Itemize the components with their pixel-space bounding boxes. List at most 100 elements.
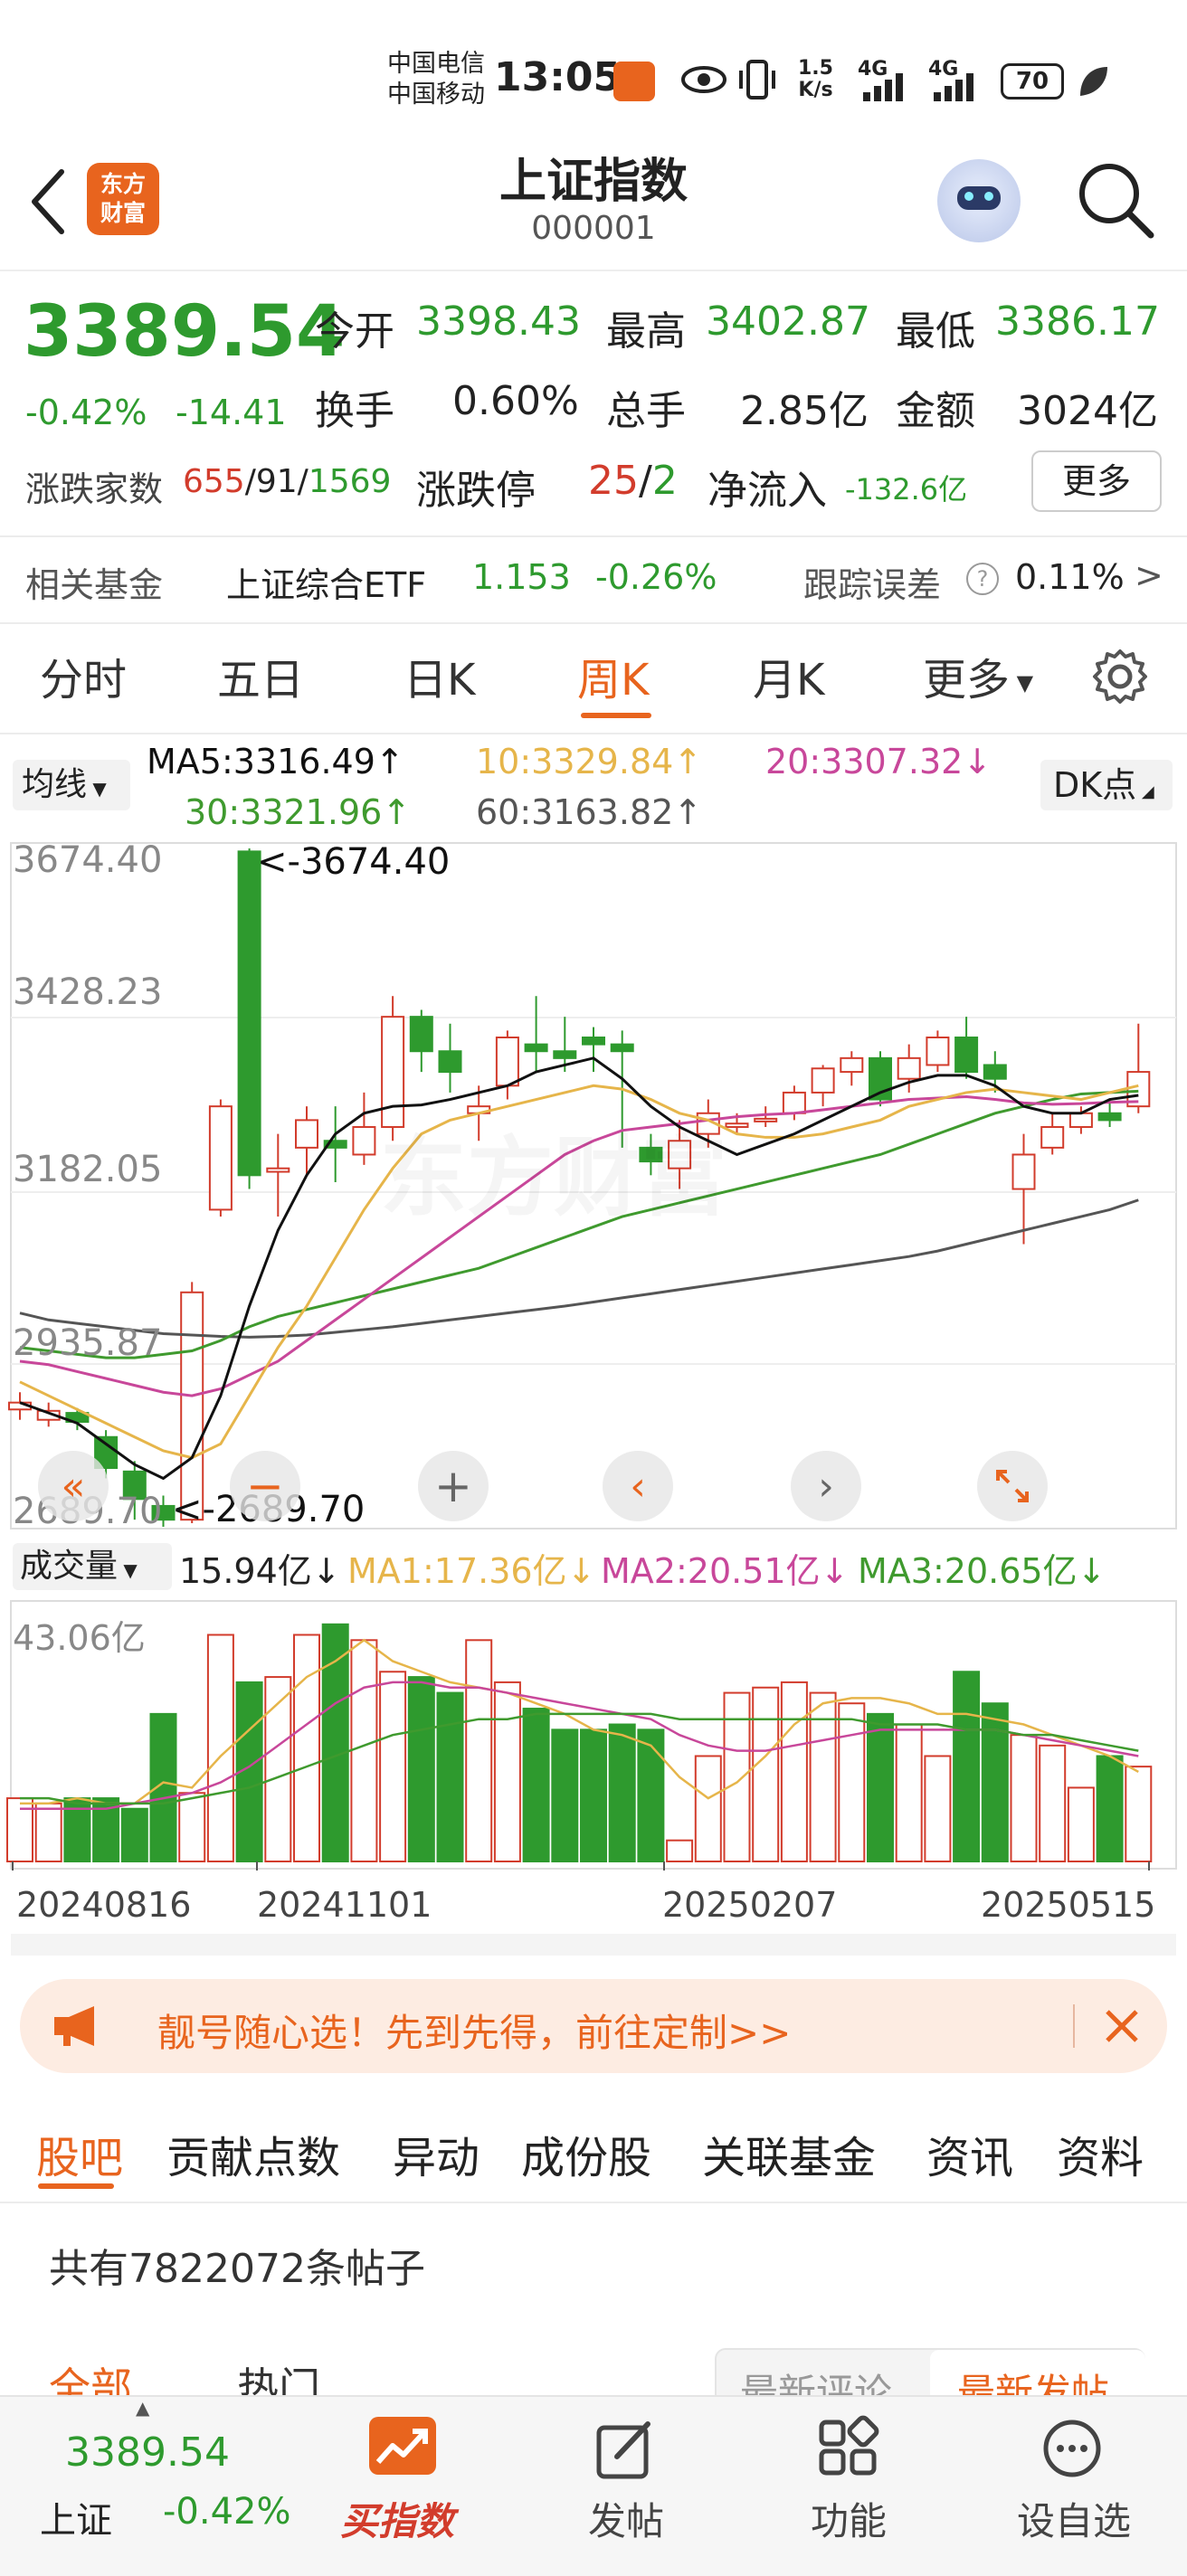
volume-bar xyxy=(1067,1786,1095,1862)
leaf-icon xyxy=(1080,67,1107,96)
volume-ma3: MA3:20.65亿↓ xyxy=(858,1551,1106,1591)
fund-price: 1.153 xyxy=(472,557,571,597)
assistant-robot-avatar[interactable] xyxy=(937,159,1021,242)
app-notification-icon xyxy=(613,62,655,101)
volume-indicator-selector[interactable]: 成交量 ▼ xyxy=(13,1543,172,1590)
netflow-label: 净流入 xyxy=(707,468,827,514)
promo-banner[interactable]: 靓号随心选！先到先得，前往定制>> xyxy=(20,1979,1167,2073)
fund-name: 上证综合ETF xyxy=(226,565,427,605)
status-bar: 中国电信 中国移动 13:05 1.5 K/s 4G 4G 70 xyxy=(0,0,1187,154)
candle xyxy=(725,1122,749,1129)
volume-bar xyxy=(1096,1755,1124,1862)
buy-index-button[interactable]: 买指数 xyxy=(340,2491,454,2546)
settings-gear-icon[interactable] xyxy=(1091,648,1149,706)
tab-monthly-k[interactable]: 月K xyxy=(753,644,824,707)
candle xyxy=(180,1291,204,1521)
close-icon[interactable] xyxy=(1104,2008,1140,2044)
candle xyxy=(1011,1153,1036,1190)
subtab-movement[interactable]: 异动 xyxy=(393,2122,480,2185)
edit-post-icon xyxy=(596,2421,650,2479)
max-price-marker: <-3674.40 xyxy=(257,841,451,883)
bottom-index-name: 上证 xyxy=(40,2500,112,2542)
stock-code: 000001 xyxy=(531,210,656,247)
subtab-news[interactable]: 资讯 xyxy=(926,2122,1013,2185)
bottom-pct: -0.42% xyxy=(163,2491,291,2533)
zoom-out-fast-button[interactable]: « xyxy=(38,1451,109,1521)
carrier-2: 中国移动 xyxy=(387,80,485,109)
volume-bar xyxy=(436,1691,464,1862)
subtab-profile[interactable]: 资料 xyxy=(1057,2122,1144,2185)
header: 东方 财富 上证指数 000001 xyxy=(0,136,1187,271)
low-value: 3386.17 xyxy=(995,298,1160,345)
eye-icon xyxy=(681,66,726,93)
volume-bar xyxy=(752,1686,780,1862)
price-axis-label-2: 3182.05 xyxy=(13,1149,163,1190)
volume-bar xyxy=(178,1792,206,1862)
tab-weekly-k[interactable]: 周K xyxy=(577,644,649,707)
volume-bar xyxy=(637,1728,665,1862)
function-grid-icon xyxy=(819,2415,879,2476)
current-price: 3389.54 xyxy=(24,291,346,373)
fullscreen-button[interactable] xyxy=(977,1451,1048,1521)
fund-label: 相关基金 xyxy=(25,565,164,605)
volume-bar xyxy=(608,1723,636,1862)
more-button[interactable]: 更多 xyxy=(1031,450,1162,512)
expand-icon xyxy=(996,1470,1029,1502)
tab-daily-k[interactable]: 日K xyxy=(404,644,475,707)
volume-bar xyxy=(293,1634,320,1863)
app-logo[interactable]: 东方 财富 xyxy=(87,163,159,235)
date-label-3: 20250515 xyxy=(981,1885,1156,1925)
dk-point-button[interactable]: DK点 ◢ xyxy=(1040,760,1173,810)
search-icon[interactable] xyxy=(1075,159,1156,241)
change-percent: -0.42% xyxy=(25,393,147,432)
divider xyxy=(0,622,1187,624)
ma20-label: 20:3307.32↓ xyxy=(765,742,992,781)
candle xyxy=(237,850,261,1177)
date-label-0: 20240816 xyxy=(16,1885,192,1925)
volume-chart[interactable] xyxy=(0,1599,1187,1870)
candle xyxy=(409,1016,433,1053)
candle xyxy=(754,1117,778,1122)
bottom-bar: ▲ 3389.54 上证 -0.42% 买指数 发帖 功能 设自选 xyxy=(0,2395,1187,2576)
divider xyxy=(0,733,1187,734)
limit-values: 25/2 xyxy=(588,458,678,504)
back-arrow-icon[interactable] xyxy=(27,168,67,235)
volume-bar xyxy=(924,1755,952,1862)
candle xyxy=(1097,1112,1122,1122)
add-watchlist-button[interactable]: 设自选 xyxy=(1017,2491,1131,2546)
scroll-left-button[interactable]: ‹ xyxy=(603,1451,673,1521)
volume-bar xyxy=(407,1676,435,1862)
tab-five-day[interactable]: 五日 xyxy=(217,644,304,707)
volume-bar xyxy=(379,1671,407,1863)
candle xyxy=(1068,1112,1093,1129)
scroll-right-button[interactable]: › xyxy=(791,1451,861,1521)
volume-bar xyxy=(493,1681,521,1862)
candle xyxy=(954,1036,979,1074)
chart-footer xyxy=(11,1934,1176,1956)
turnover-label: 换手 xyxy=(315,388,394,434)
subtab-constituents[interactable]: 成份股 xyxy=(521,2122,651,2185)
watermark: 东方财富 xyxy=(380,1107,727,1233)
subtab-contribution[interactable]: 贡献点数 xyxy=(166,2122,340,2185)
function-button[interactable]: 功能 xyxy=(811,2491,887,2546)
low-label: 最低 xyxy=(896,308,975,355)
volume-label: 总手 xyxy=(606,388,686,434)
post-button[interactable]: 发帖 xyxy=(588,2491,664,2546)
tab-more[interactable]: 更多 ▼ xyxy=(923,644,1033,707)
indicator-selector[interactable]: 均线 ▼ xyxy=(13,760,130,810)
date-label-1: 20241101 xyxy=(257,1885,432,1925)
subtab-related-funds[interactable]: 关联基金 xyxy=(702,2122,876,2185)
tab-intraday[interactable]: 分时 xyxy=(40,644,127,707)
zoom-out-button[interactable]: − xyxy=(230,1451,300,1521)
volume-bar xyxy=(120,1807,148,1863)
zoom-in-button[interactable]: + xyxy=(418,1451,489,1521)
ma60-label: 60:3163.82↑ xyxy=(476,792,703,832)
promo-text: 靓号随心选！先到先得，前往定制>> xyxy=(157,2011,792,2055)
volume-bar xyxy=(666,1839,694,1862)
help-icon[interactable]: ? xyxy=(966,563,999,595)
volume-bar xyxy=(953,1671,981,1863)
related-fund-row[interactable]: 相关基金 上证综合ETF 1.153 -0.26% 跟踪误差 ? 0.11% > xyxy=(0,537,1187,620)
subtab-guba[interactable]: 股吧 xyxy=(36,2122,123,2185)
change-amount: -14.41 xyxy=(176,393,287,432)
date-label-2: 20250207 xyxy=(662,1885,838,1925)
